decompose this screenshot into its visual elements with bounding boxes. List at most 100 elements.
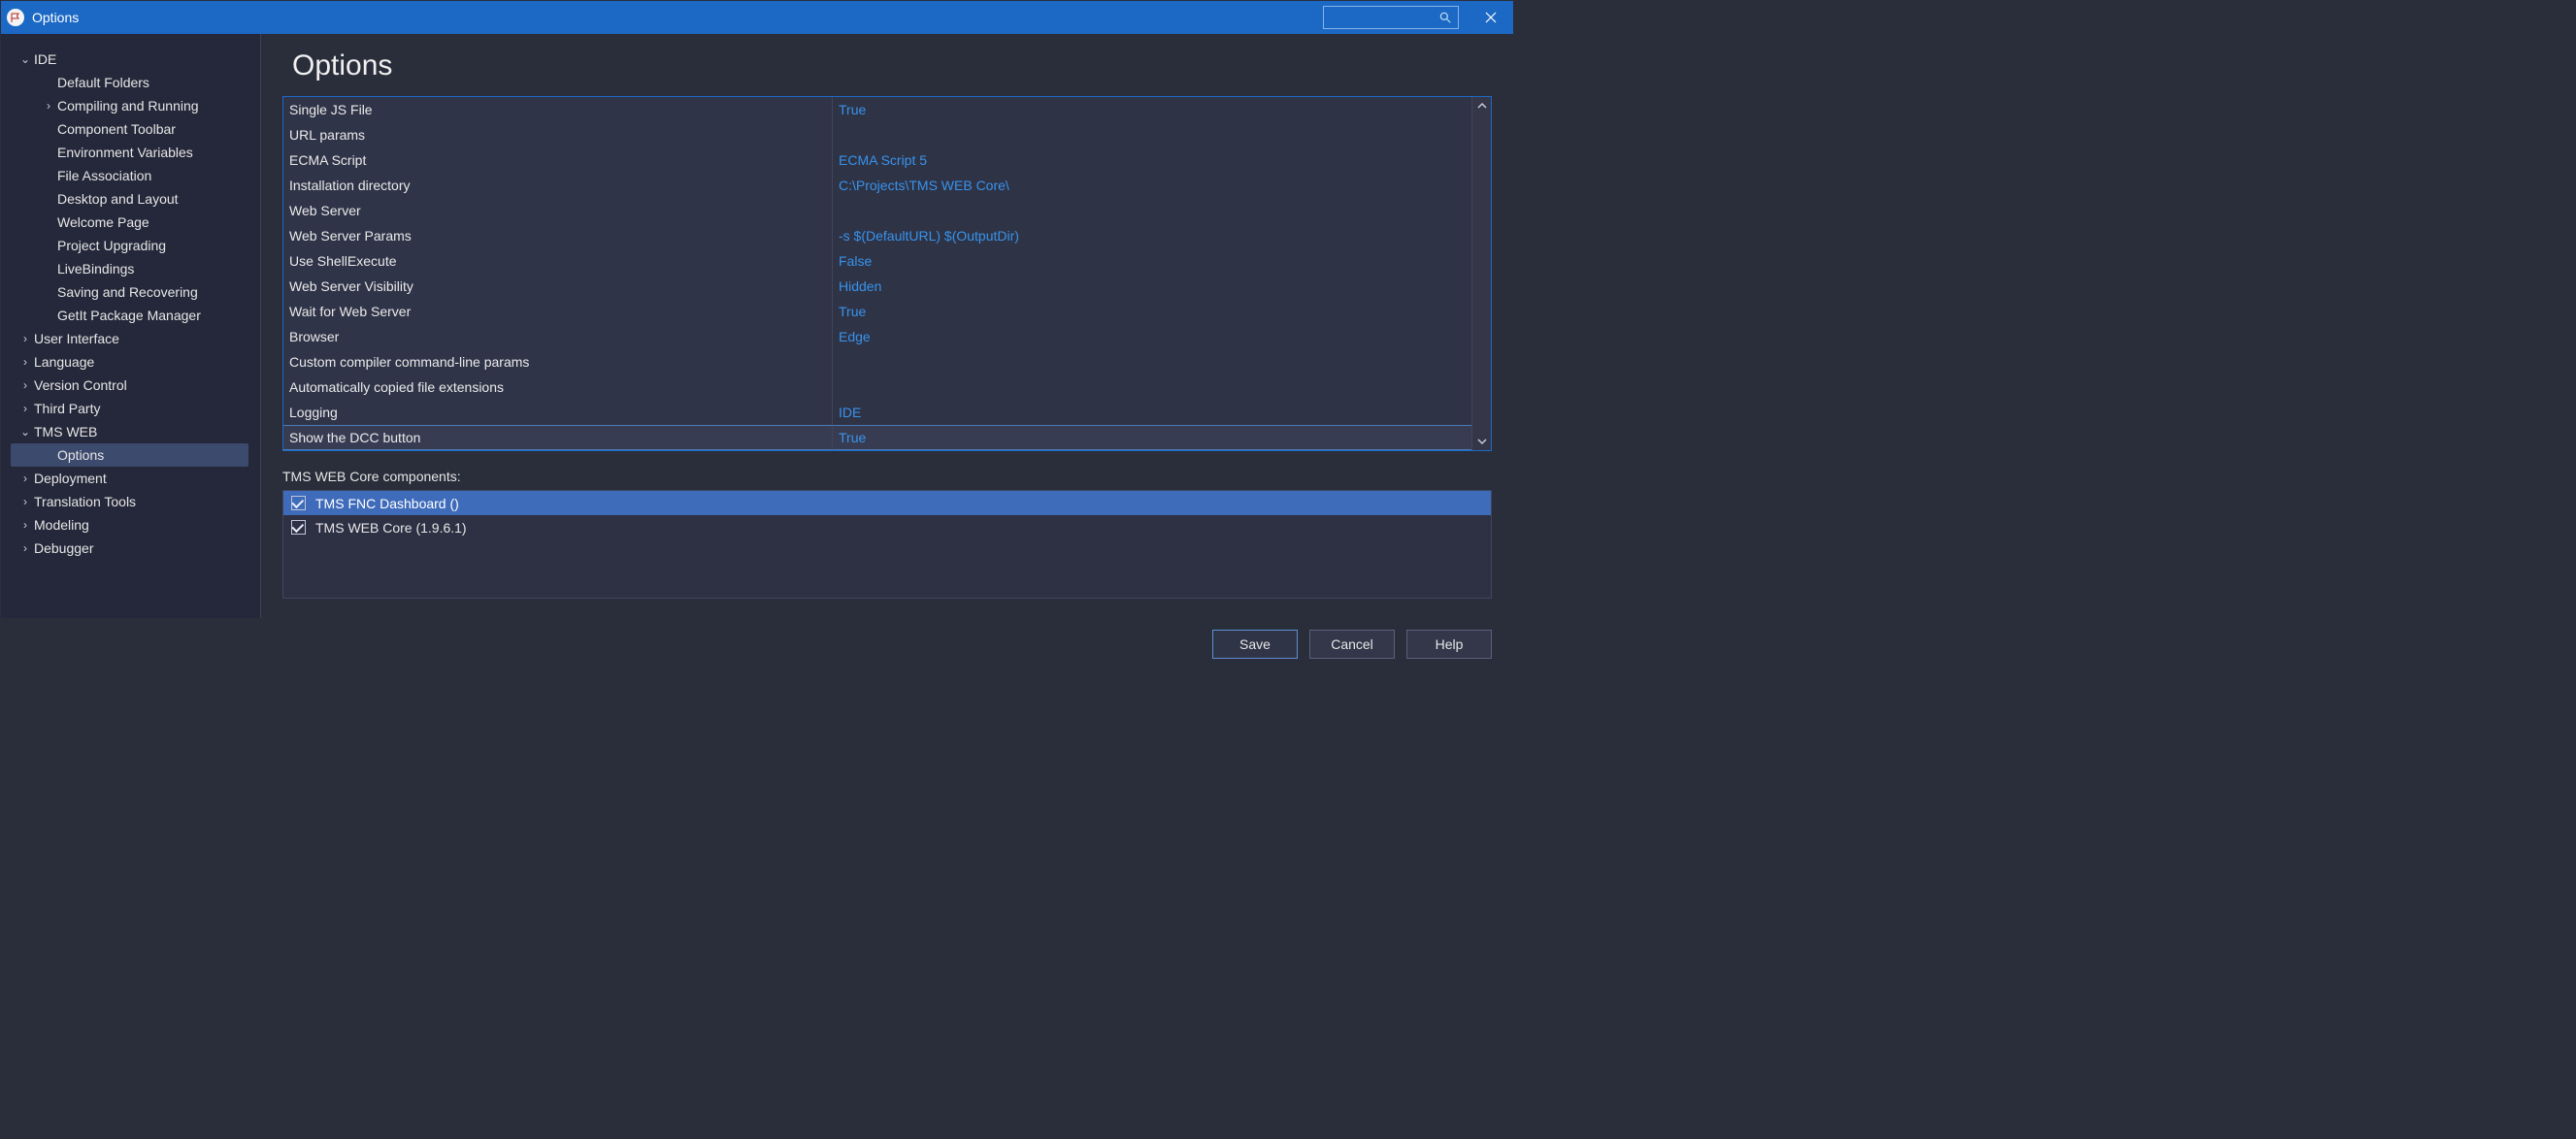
options-window: Options ⌄IDE Default Folders ›Compiling … bbox=[0, 0, 1514, 669]
titlebar-search[interactable] bbox=[1323, 6, 1459, 29]
settings-row[interactable]: Show the DCC buttonTrue bbox=[283, 425, 1471, 450]
tree-desktop-layout[interactable]: Desktop and Layout bbox=[1, 187, 260, 211]
tree-debugger[interactable]: ›Debugger bbox=[1, 537, 260, 560]
setting-name: Use ShellExecute bbox=[283, 248, 833, 274]
tree-project-upgrading[interactable]: Project Upgrading bbox=[1, 234, 260, 257]
tree-language[interactable]: ›Language bbox=[1, 350, 260, 374]
component-label: TMS WEB Core (1.9.6.1) bbox=[315, 520, 467, 536]
component-checkbox[interactable] bbox=[291, 520, 306, 535]
save-button[interactable]: Save bbox=[1212, 630, 1298, 659]
grid-scrollbar[interactable] bbox=[1471, 97, 1491, 450]
tree-label: Project Upgrading bbox=[57, 238, 166, 253]
tree-label: Modeling bbox=[34, 517, 89, 533]
tree-label: Component Toolbar bbox=[57, 121, 176, 137]
components-list[interactable]: TMS FNC Dashboard () TMS WEB Core (1.9.6.… bbox=[282, 490, 1492, 599]
tree-label: Options bbox=[57, 447, 104, 463]
setting-value[interactable]: Hidden bbox=[833, 274, 1471, 299]
setting-value[interactable]: True bbox=[833, 425, 1471, 450]
tree-label: Deployment bbox=[34, 471, 107, 486]
options-tree[interactable]: ⌄IDE Default Folders ›Compiling and Runn… bbox=[1, 34, 261, 618]
setting-name: Show the DCC button bbox=[283, 425, 833, 450]
tree-file-association[interactable]: File Association bbox=[1, 164, 260, 187]
settings-row[interactable]: Installation directoryC:\Projects\TMS WE… bbox=[283, 173, 1471, 198]
setting-value[interactable]: True bbox=[833, 97, 1471, 122]
button-label: Cancel bbox=[1331, 636, 1373, 652]
setting-value[interactable] bbox=[833, 374, 1471, 400]
settings-row[interactable]: Wait for Web ServerTrue bbox=[283, 299, 1471, 324]
chevron-right-icon: › bbox=[18, 495, 32, 508]
tree-label: User Interface bbox=[34, 331, 119, 346]
button-label: Help bbox=[1436, 636, 1464, 652]
tree-modeling[interactable]: ›Modeling bbox=[1, 513, 260, 537]
scroll-down-icon[interactable] bbox=[1473, 433, 1491, 450]
settings-row[interactable]: BrowserEdge bbox=[283, 324, 1471, 349]
settings-row[interactable]: URL params bbox=[283, 122, 1471, 147]
setting-name: Automatically copied file extensions bbox=[283, 374, 833, 400]
settings-row[interactable]: Automatically copied file extensions bbox=[283, 374, 1471, 400]
settings-row[interactable]: Web Server bbox=[283, 198, 1471, 223]
component-checkbox[interactable] bbox=[291, 496, 306, 510]
window-close-button[interactable] bbox=[1469, 1, 1513, 34]
tree-deployment[interactable]: ›Deployment bbox=[1, 467, 260, 490]
tree-default-folders[interactable]: Default Folders bbox=[1, 71, 260, 94]
setting-name: Browser bbox=[283, 324, 833, 349]
tree-compiling-running[interactable]: ›Compiling and Running bbox=[1, 94, 260, 117]
setting-name: Installation directory bbox=[283, 173, 833, 198]
settings-row[interactable]: Custom compiler command-line params bbox=[283, 349, 1471, 374]
chevron-right-icon: › bbox=[18, 355, 32, 369]
tree-component-toolbar[interactable]: Component Toolbar bbox=[1, 117, 260, 141]
settings-row[interactable]: Web Server Params-s $(DefaultURL) $(Outp… bbox=[283, 223, 1471, 248]
tree-getit[interactable]: GetIt Package Manager bbox=[1, 304, 260, 327]
tree-label: Saving and Recovering bbox=[57, 284, 198, 300]
cancel-button[interactable]: Cancel bbox=[1309, 630, 1395, 659]
chevron-down-icon: ⌄ bbox=[18, 52, 32, 66]
tree-label: Default Folders bbox=[57, 75, 149, 90]
setting-value[interactable]: ECMA Script 5 bbox=[833, 147, 1471, 173]
settings-row[interactable]: ECMA ScriptECMA Script 5 bbox=[283, 147, 1471, 173]
setting-name: Single JS File bbox=[283, 97, 833, 122]
setting-value[interactable]: -s $(DefaultURL) $(OutputDir) bbox=[833, 223, 1471, 248]
components-label: TMS WEB Core components: bbox=[261, 451, 1513, 490]
tree-tms-web-options[interactable]: Options bbox=[11, 443, 248, 467]
setting-name: Web Server bbox=[283, 198, 833, 223]
component-item[interactable]: TMS FNC Dashboard () bbox=[283, 491, 1491, 515]
setting-value[interactable] bbox=[833, 198, 1471, 223]
tree-label: TMS WEB bbox=[34, 424, 97, 439]
tree-label: Third Party bbox=[34, 401, 100, 416]
settings-row[interactable]: LoggingIDE bbox=[283, 400, 1471, 425]
component-item[interactable]: TMS WEB Core (1.9.6.1) bbox=[283, 515, 1491, 539]
tree-translation-tools[interactable]: ›Translation Tools bbox=[1, 490, 260, 513]
setting-value[interactable] bbox=[833, 349, 1471, 374]
dialog-footer: Save Cancel Help bbox=[1, 618, 1513, 668]
setting-value[interactable]: True bbox=[833, 299, 1471, 324]
tree-label: File Association bbox=[57, 168, 151, 183]
tree-label: GetIt Package Manager bbox=[57, 308, 201, 323]
settings-grid: Single JS FileTrueURL paramsECMA ScriptE… bbox=[282, 96, 1492, 451]
tree-welcome-page[interactable]: Welcome Page bbox=[1, 211, 260, 234]
chevron-down-icon: ⌄ bbox=[18, 425, 32, 439]
scroll-up-icon[interactable] bbox=[1473, 97, 1491, 114]
tree-livebindings[interactable]: LiveBindings bbox=[1, 257, 260, 280]
button-label: Save bbox=[1239, 636, 1271, 652]
tree-environment-variables[interactable]: Environment Variables bbox=[1, 141, 260, 164]
setting-value[interactable]: IDE bbox=[833, 400, 1471, 425]
tree-ide[interactable]: ⌄IDE bbox=[1, 48, 260, 71]
tree-saving-recovering[interactable]: Saving and Recovering bbox=[1, 280, 260, 304]
chevron-right-icon: › bbox=[18, 332, 32, 345]
setting-value[interactable]: False bbox=[833, 248, 1471, 274]
setting-value[interactable]: C:\Projects\TMS WEB Core\ bbox=[833, 173, 1471, 198]
setting-value[interactable]: Edge bbox=[833, 324, 1471, 349]
tree-label: Welcome Page bbox=[57, 214, 149, 230]
settings-row[interactable]: Use ShellExecuteFalse bbox=[283, 248, 1471, 274]
setting-value[interactable] bbox=[833, 122, 1471, 147]
tree-tms-web[interactable]: ⌄TMS WEB bbox=[1, 420, 260, 443]
help-button[interactable]: Help bbox=[1406, 630, 1492, 659]
tree-version-control[interactable]: ›Version Control bbox=[1, 374, 260, 397]
tree-user-interface[interactable]: ›User Interface bbox=[1, 327, 260, 350]
tree-third-party[interactable]: ›Third Party bbox=[1, 397, 260, 420]
settings-row[interactable]: Web Server VisibilityHidden bbox=[283, 274, 1471, 299]
settings-row[interactable]: Single JS FileTrue bbox=[283, 97, 1471, 122]
chevron-right-icon: › bbox=[18, 518, 32, 532]
app-icon bbox=[7, 9, 24, 26]
tree-label: Translation Tools bbox=[34, 494, 136, 509]
